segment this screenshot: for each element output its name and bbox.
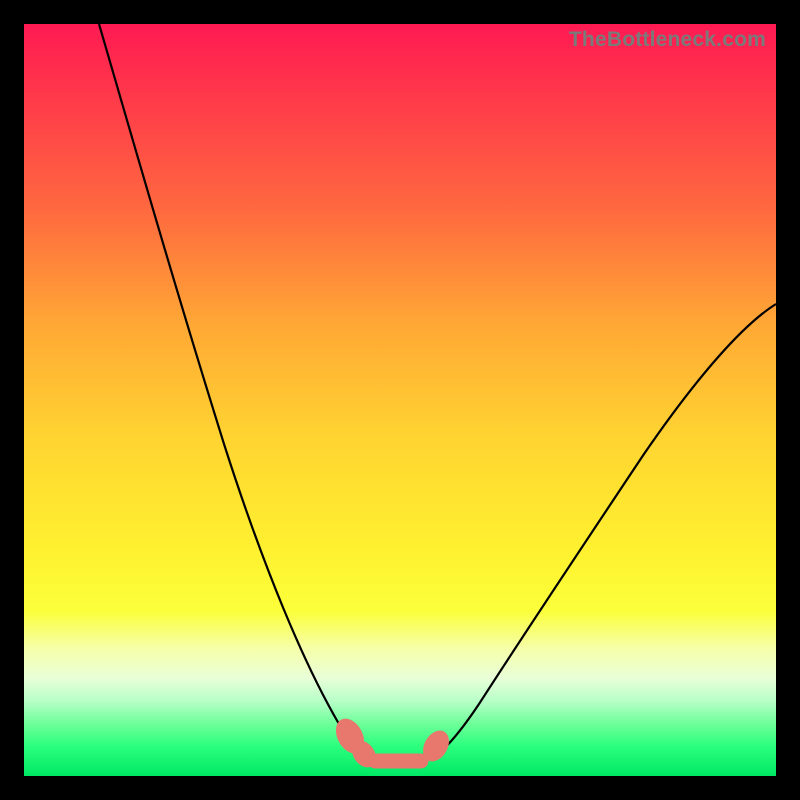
plot-area: TheBottleneck.com	[24, 24, 776, 776]
chart-frame: TheBottleneck.com	[0, 0, 800, 800]
blob-mid	[368, 754, 428, 768]
right-curve	[434, 304, 776, 757]
left-curve	[99, 24, 366, 757]
curve-layer	[24, 24, 776, 776]
